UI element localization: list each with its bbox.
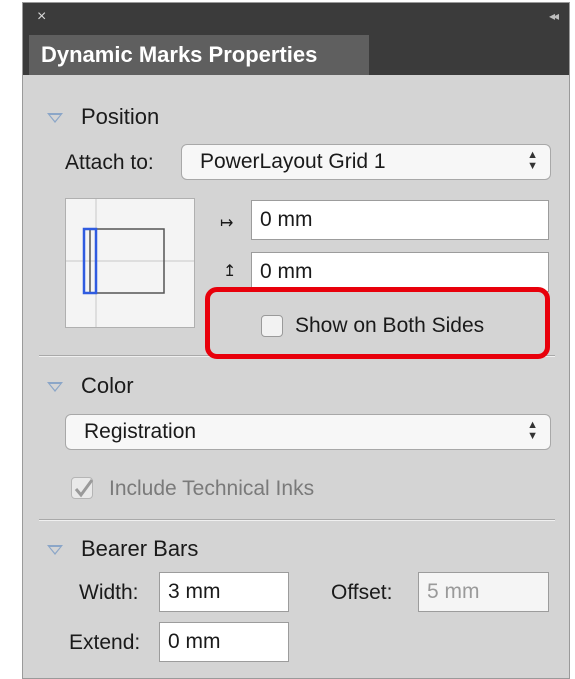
position-preview-diagram	[66, 199, 194, 327]
horizontal-offset-icon: ↦	[220, 215, 234, 232]
highlight-annotation	[205, 287, 550, 359]
disclosure-triangle-icon[interactable]	[47, 545, 63, 555]
close-icon[interactable]: ×	[37, 9, 46, 25]
attach-to-value: PowerLayout Grid 1	[200, 150, 386, 173]
bearer-offset-field[interactable]: 5 mm	[418, 572, 549, 612]
vertical-offset-icon: ↥	[223, 263, 237, 280]
extend-label: Extend:	[69, 631, 141, 654]
select-stepper-icon: ▲ ▼	[527, 419, 538, 442]
panel-title-bar: × ◂◂	[23, 3, 569, 35]
disclosure-triangle-icon[interactable]	[47, 382, 63, 392]
section-bearer-bars-label[interactable]: Bearer Bars	[81, 536, 198, 562]
mark-position-preview	[65, 198, 195, 328]
checkmark-icon	[74, 479, 94, 498]
select-stepper-icon: ▲ ▼	[527, 149, 538, 172]
width-label: Width:	[79, 581, 139, 604]
horizontal-offset-field[interactable]: 0 mm	[251, 200, 549, 240]
include-technical-inks-label[interactable]: Include Technical Inks	[109, 477, 314, 501]
bearer-width-field[interactable]: 3 mm	[159, 572, 289, 612]
section-divider-highlight	[39, 520, 555, 521]
attach-to-label: Attach to:	[65, 151, 154, 174]
vertical-offset-field[interactable]: 0 mm	[251, 252, 549, 292]
disclosure-triangle-icon[interactable]	[47, 113, 63, 123]
collapse-panel-icon[interactable]: ◂◂	[549, 9, 559, 23]
section-position-label[interactable]: Position	[81, 104, 159, 130]
include-technical-inks-checkbox[interactable]	[71, 477, 94, 499]
offset-label: Offset:	[331, 581, 393, 604]
color-select[interactable]: Registration ▲ ▼	[65, 414, 551, 450]
tab-dynamic-marks-properties[interactable]: Dynamic Marks Properties	[29, 35, 369, 75]
section-color-label[interactable]: Color	[81, 373, 134, 399]
attach-to-select[interactable]: PowerLayout Grid 1 ▲ ▼	[181, 144, 551, 180]
bearer-extend-field[interactable]: 0 mm	[159, 622, 289, 662]
color-value: Registration	[84, 420, 197, 443]
